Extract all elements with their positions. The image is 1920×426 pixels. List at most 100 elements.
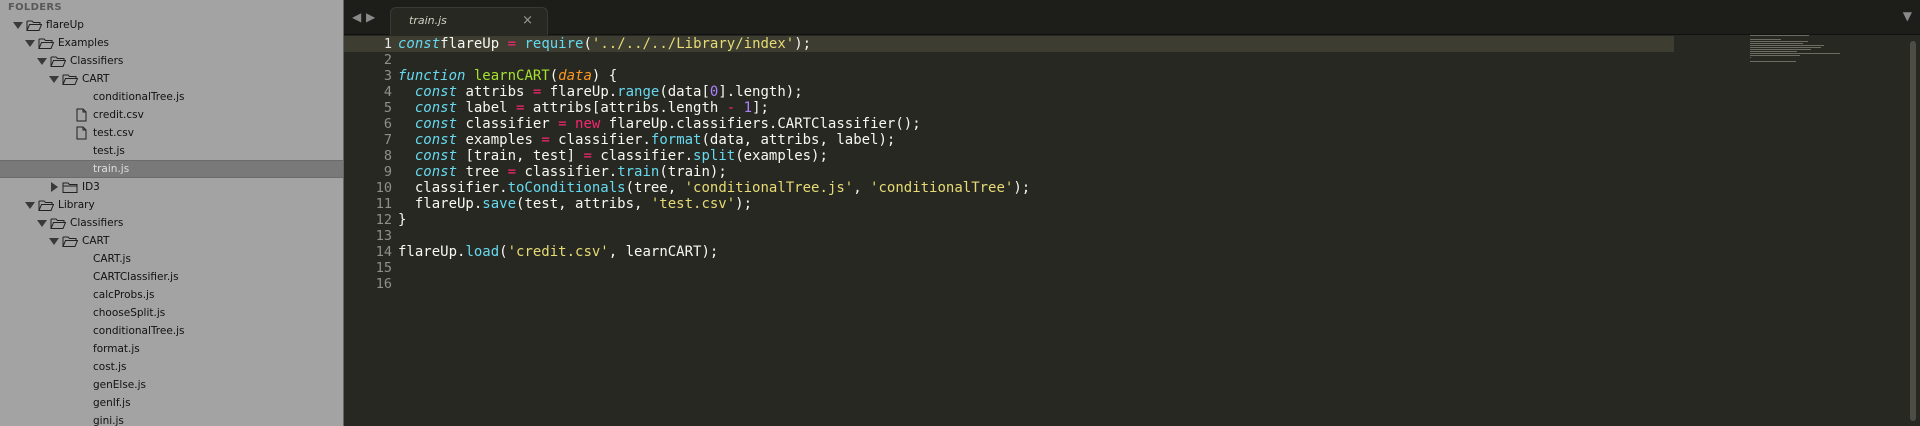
tree-item-label: Examples (58, 37, 110, 49)
file-item[interactable]: genElse.js (0, 376, 343, 394)
file-item[interactable]: conditionalTree.js (0, 88, 343, 106)
file-item[interactable]: CARTClassifier.js (0, 268, 343, 286)
code-line[interactable]: flareUp.load('credit.csv', learnCART); (398, 244, 718, 260)
code-token: (data, attribs, label); (701, 132, 896, 148)
code-token: attribs (457, 84, 533, 100)
vertical-scrollbar[interactable] (1910, 41, 1916, 421)
tree-item-label: flareUp (46, 19, 84, 31)
tab-next-icon[interactable]: ▶ (366, 10, 375, 24)
code-line[interactable]: constflareUp = require('../../../Library… (392, 36, 1674, 52)
file-item[interactable]: CART.js (0, 250, 343, 268)
code-token: const (414, 116, 458, 132)
open-folder-icon (50, 54, 67, 68)
folder-item[interactable]: Library (0, 196, 343, 214)
code-line[interactable]: classifier.toConditionals(tree, 'conditi… (398, 180, 1030, 196)
folder-item[interactable]: ID3 (0, 178, 343, 196)
folder-item[interactable]: flareUp (0, 16, 343, 34)
code-token: learnCART (473, 68, 550, 84)
file-item[interactable]: genIf.js (0, 394, 343, 412)
code-line[interactable]: const attribs = flareUp.range(data[0].le… (398, 84, 803, 100)
open-folder-icon (26, 18, 43, 32)
tree-item-label: test.csv (93, 127, 134, 139)
folder-item[interactable]: Classifiers (0, 52, 343, 70)
tab-overflow-icon[interactable]: ▼ (1903, 9, 1912, 23)
line-number: 16 (375, 276, 392, 292)
code-line[interactable]: flareUp.save(test, attribs, 'test.csv'); (398, 196, 752, 212)
tab-bar: ◀ ▶ train.js × ▼ (344, 0, 1920, 35)
file-item[interactable]: gini.js (0, 412, 343, 426)
line-number: 4 (383, 84, 392, 100)
code-line[interactable]: const classifier = new flareUp.classifie… (398, 116, 921, 132)
code-token: } (398, 212, 407, 228)
tree-item-label: ID3 (82, 181, 100, 193)
tab-prev-icon[interactable]: ◀ (352, 10, 361, 24)
minimap-line (1750, 35, 1809, 36)
line-number: 14 (375, 244, 392, 260)
minimap[interactable] (1750, 35, 1850, 75)
minimap-line (1750, 39, 1782, 40)
tab-train-js[interactable]: train.js × (390, 7, 548, 35)
line-number: 11 (375, 196, 392, 212)
code-token: const (398, 36, 441, 52)
folder-item[interactable]: CART (0, 70, 343, 88)
minimap-line (1750, 45, 1825, 46)
code-line[interactable]: const examples = classifier.format(data,… (398, 132, 896, 148)
disclosure-expanded-icon[interactable] (12, 16, 24, 34)
disclosure-expanded-icon[interactable] (24, 196, 36, 214)
file-item[interactable]: cost.js (0, 358, 343, 376)
line-number: 9 (383, 164, 392, 180)
file-item[interactable]: train.js (0, 160, 343, 178)
code-line[interactable]: const tree = classifier.train(train); (398, 164, 727, 180)
open-folder-icon (50, 216, 67, 230)
code-token: ]; (752, 100, 769, 116)
code-line[interactable]: const [train, test] = classifier.split(e… (398, 148, 828, 164)
code-token: flareUp. (541, 84, 618, 100)
disclosure-expanded-icon[interactable] (24, 34, 36, 52)
scrollbar-thumb[interactable] (1910, 41, 1916, 421)
folder-item[interactable]: Examples (0, 34, 343, 52)
code-token: 'test.csv' (650, 196, 736, 212)
line-number: 7 (383, 132, 392, 148)
code-token: data (558, 68, 592, 84)
code-line[interactable]: function learnCART(data) { (398, 68, 617, 84)
disclosure-collapsed-icon[interactable] (48, 178, 60, 196)
folder-item[interactable]: Classifiers (0, 214, 343, 232)
code-line[interactable]: const label = attribs[attribs.length - 1… (398, 100, 769, 116)
code-token: ( (583, 36, 592, 52)
file-item[interactable]: test.js (0, 142, 343, 160)
code-token: , (853, 180, 871, 196)
tree-item-label: CART.js (93, 253, 131, 265)
code-token: range (617, 84, 660, 100)
disclosure-expanded-icon[interactable] (36, 52, 48, 70)
disclosure-expanded-icon[interactable] (48, 70, 60, 88)
code-editor[interactable]: 1 2 3 4 5 6 7 8 9 10 11 12 13 14 15 16 constflareUp = r… (344, 35, 1920, 426)
disclosure-expanded-icon[interactable] (48, 232, 60, 250)
file-item[interactable]: conditionalTree.js (0, 322, 343, 340)
tree-item-label: CART (82, 235, 110, 247)
code-token: ) { (591, 68, 618, 84)
file-item[interactable]: credit.csv (0, 106, 343, 124)
file-item[interactable]: test.csv (0, 124, 343, 142)
folder-item[interactable]: CART (0, 232, 343, 250)
file-item[interactable]: chooseSplit.js (0, 304, 343, 322)
code-token: (examples); (735, 148, 828, 164)
line-number: 3 (383, 68, 392, 84)
code-token: '../../../Library/index' (591, 36, 795, 52)
line-number: 6 (383, 116, 392, 132)
code-token: ( (549, 68, 559, 84)
minimap-line (1750, 55, 1801, 56)
minimap-line (1750, 53, 1840, 54)
close-icon[interactable]: × (522, 13, 533, 28)
file-item[interactable]: calcProbs.js (0, 286, 343, 304)
file-item[interactable]: format.js (0, 340, 343, 358)
code-token: load (465, 244, 500, 260)
code-token: = (558, 116, 567, 132)
disclosure-expanded-icon[interactable] (36, 214, 48, 232)
code-line[interactable]: } (398, 212, 406, 228)
